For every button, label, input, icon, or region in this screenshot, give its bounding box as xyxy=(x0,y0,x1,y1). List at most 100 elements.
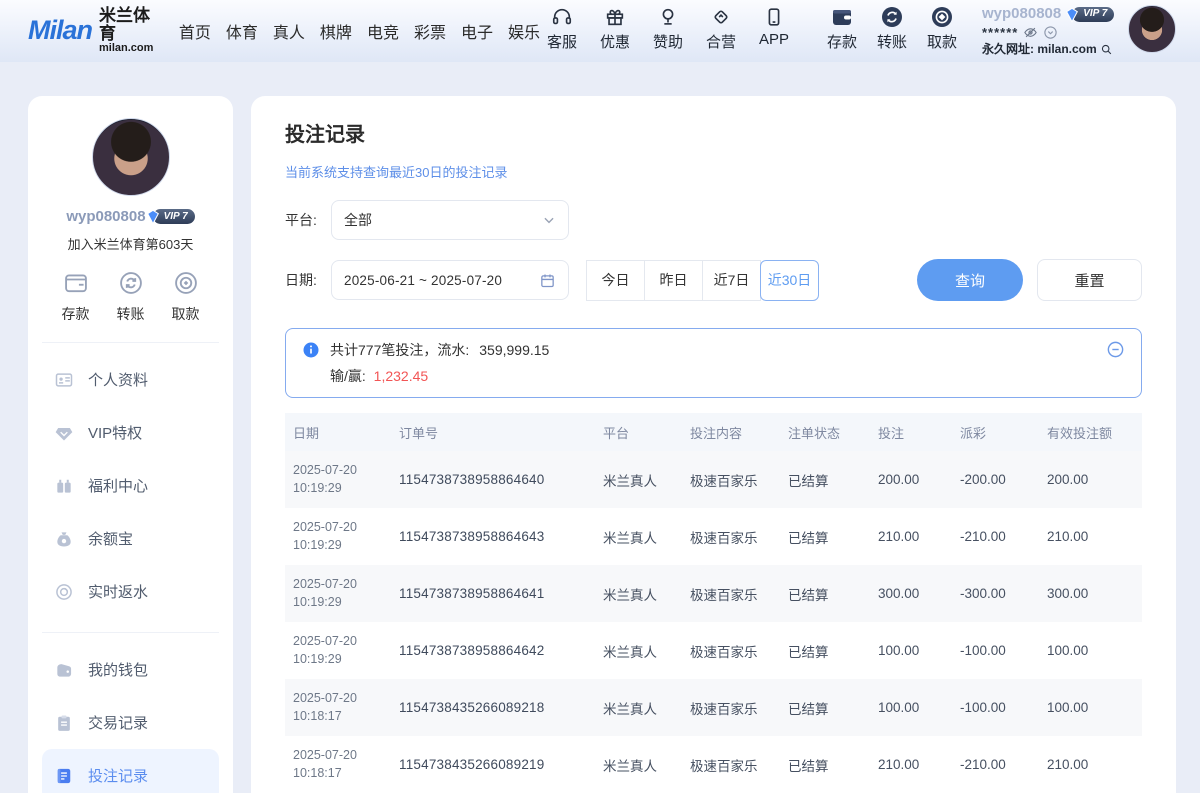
sidebar-item-welfare[interactable]: 福利中心 xyxy=(42,459,219,512)
headset-icon xyxy=(551,5,573,29)
range-button[interactable]: 近7日 xyxy=(702,260,761,301)
top-header: Milan 米兰体育 milan.com 首页体育真人棋牌电竞彩票电子娱乐 客服… xyxy=(0,0,1200,62)
winloss-label: 输/赢: xyxy=(330,368,366,384)
summary-turnover-value: 359,999.15 xyxy=(479,342,549,358)
table-row[interactable]: 2025-07-2010:19:29 1154738738958864642 米… xyxy=(285,622,1142,679)
chevron-circle-icon[interactable] xyxy=(1043,25,1058,40)
main-nav: 首页体育真人棋牌电竞彩票电子娱乐 xyxy=(179,19,540,43)
vip-badge: VIP 7 xyxy=(1072,7,1114,22)
vip-gem-icon xyxy=(54,423,74,443)
cell-bet-amount: 210.00 xyxy=(870,529,952,544)
date-label: 日期: xyxy=(285,270,331,290)
nav-item[interactable]: 电竞 xyxy=(367,19,399,43)
cell-order-number: 1154738738958864641 xyxy=(391,586,595,601)
cell-order-number: 1154738738958864640 xyxy=(391,472,595,487)
sidebar-item-bet-records[interactable]: 投注记录 xyxy=(42,749,219,793)
username-text: wyp080808 xyxy=(982,5,1061,24)
column-header: 注单状态 xyxy=(780,423,870,442)
cell-platform: 米兰真人 xyxy=(595,641,682,661)
permanent-url-text: 永久网址: milan.com xyxy=(982,42,1097,57)
cell-order-number: 1154738738958864643 xyxy=(391,529,595,544)
sidebar-item-yuebao[interactable]: 余额宝 xyxy=(42,512,219,565)
service-label: 赞助 xyxy=(653,31,683,52)
quick-deposit[interactable]: 存款 xyxy=(62,269,90,324)
cell-valid-amount: 300.00 xyxy=(1039,586,1142,601)
service-icons-group: 客服 优惠 赞助 合营 xyxy=(540,5,796,52)
reset-button[interactable]: 重置 xyxy=(1037,259,1142,301)
sidebar-item-my-wallet[interactable]: 我的钱包 xyxy=(42,643,219,696)
service-label: 客服 xyxy=(547,31,577,52)
eye-off-icon[interactable] xyxy=(1023,25,1038,40)
header-withdraw[interactable]: 取款 xyxy=(920,5,964,52)
vip-shield-icon xyxy=(145,209,161,225)
cell-platform: 米兰真人 xyxy=(595,527,682,547)
nav-item[interactable]: 彩票 xyxy=(414,19,446,43)
brand-logo[interactable]: Milan 米兰体育 milan.com xyxy=(28,7,157,54)
table-row[interactable]: 2025-07-2010:19:29 1154738738958864643 米… xyxy=(285,508,1142,565)
platform-select[interactable]: 全部 xyxy=(331,200,569,240)
sidebar: wyp080808 VIP 7 加入米兰体育第603天 存款 转账 取款 xyxy=(28,96,233,793)
info-icon xyxy=(302,341,320,359)
date-range-value: 2025-06-21 ~ 2025-07-20 xyxy=(344,273,539,288)
service-app[interactable]: APP xyxy=(752,5,796,52)
range-button[interactable]: 昨日 xyxy=(644,260,703,301)
collapse-summary-icon[interactable] xyxy=(1106,340,1125,359)
nav-item[interactable]: 体育 xyxy=(226,19,258,43)
magnifier-icon[interactable] xyxy=(1100,43,1113,56)
cell-bet-content: 极速百家乐 xyxy=(682,641,780,661)
table-row[interactable]: 2025-07-2010:18:17 1154738435266089219 米… xyxy=(285,736,1142,793)
sidebar-avatar[interactable] xyxy=(92,118,170,196)
cell-status: 已结算 xyxy=(780,470,870,490)
table-row[interactable]: 2025-07-2010:18:17 1154738435266089218 米… xyxy=(285,679,1142,736)
range-button[interactable]: 近30日 xyxy=(760,260,819,301)
cell-payout: -210.00 xyxy=(952,757,1039,772)
wallet-outline-icon xyxy=(62,269,90,297)
query-button[interactable]: 查询 xyxy=(917,259,1023,301)
quick-label: 转账 xyxy=(117,304,145,324)
cell-bet-amount: 300.00 xyxy=(870,586,952,601)
wallet-label: 取款 xyxy=(927,31,957,52)
table-header-row: 日期订单号平台投注内容注单状态投注派彩有效投注额 xyxy=(285,413,1142,451)
wallet-label: 存款 xyxy=(827,31,857,52)
nav-item[interactable]: 首页 xyxy=(179,19,211,43)
quick-transfer[interactable]: 转账 xyxy=(117,269,145,324)
service-label: 合营 xyxy=(706,31,736,52)
cell-status: 已结算 xyxy=(780,527,870,547)
sidebar-item-rebate[interactable]: 实时返水 xyxy=(42,565,219,618)
nav-item[interactable]: 电子 xyxy=(461,19,493,43)
quick-label: 取款 xyxy=(172,304,200,324)
platform-selected-value: 全部 xyxy=(344,210,542,230)
range-button[interactable]: 今日 xyxy=(586,260,645,301)
transfer-outline-icon xyxy=(117,269,145,297)
sidebar-item-vip[interactable]: VIP特权 xyxy=(42,406,219,459)
column-header: 投注 xyxy=(870,423,952,442)
header-transfer[interactable]: 转账 xyxy=(870,5,914,52)
withdraw-outline-icon xyxy=(172,269,200,297)
bet-records-icon xyxy=(54,766,74,786)
service-promo[interactable]: 优惠 xyxy=(593,5,637,52)
user-avatar[interactable] xyxy=(1128,5,1176,53)
cell-date: 2025-07-2010:19:29 xyxy=(285,576,391,611)
service-support[interactable]: 客服 xyxy=(540,5,584,52)
cell-date: 2025-07-2010:19:29 xyxy=(285,519,391,554)
quick-withdraw[interactable]: 取款 xyxy=(172,269,200,324)
chevron-down-icon xyxy=(542,213,556,227)
date-range-input[interactable]: 2025-06-21 ~ 2025-07-20 xyxy=(331,260,569,300)
header-deposit[interactable]: 存款 xyxy=(820,5,864,52)
phone-icon xyxy=(763,5,785,29)
cell-valid-amount: 200.00 xyxy=(1039,472,1142,487)
nav-item[interactable]: 娱乐 xyxy=(508,19,540,43)
cell-payout: -100.00 xyxy=(952,700,1039,715)
service-sponsor[interactable]: 赞助 xyxy=(646,5,690,52)
nav-item[interactable]: 棋牌 xyxy=(320,19,352,43)
sidebar-item-transactions[interactable]: 交易记录 xyxy=(42,696,219,749)
cell-status: 已结算 xyxy=(780,584,870,604)
nav-item[interactable]: 真人 xyxy=(273,19,305,43)
cell-bet-amount: 210.00 xyxy=(870,757,952,772)
table-row[interactable]: 2025-07-2010:19:29 1154738738958864640 米… xyxy=(285,451,1142,508)
table-row[interactable]: 2025-07-2010:19:29 1154738738958864641 米… xyxy=(285,565,1142,622)
service-partner[interactable]: 合营 xyxy=(699,5,743,52)
cell-date: 2025-07-2010:18:17 xyxy=(285,690,391,725)
transactions-icon xyxy=(54,713,74,733)
sidebar-item-profile[interactable]: 个人资料 xyxy=(42,353,219,406)
